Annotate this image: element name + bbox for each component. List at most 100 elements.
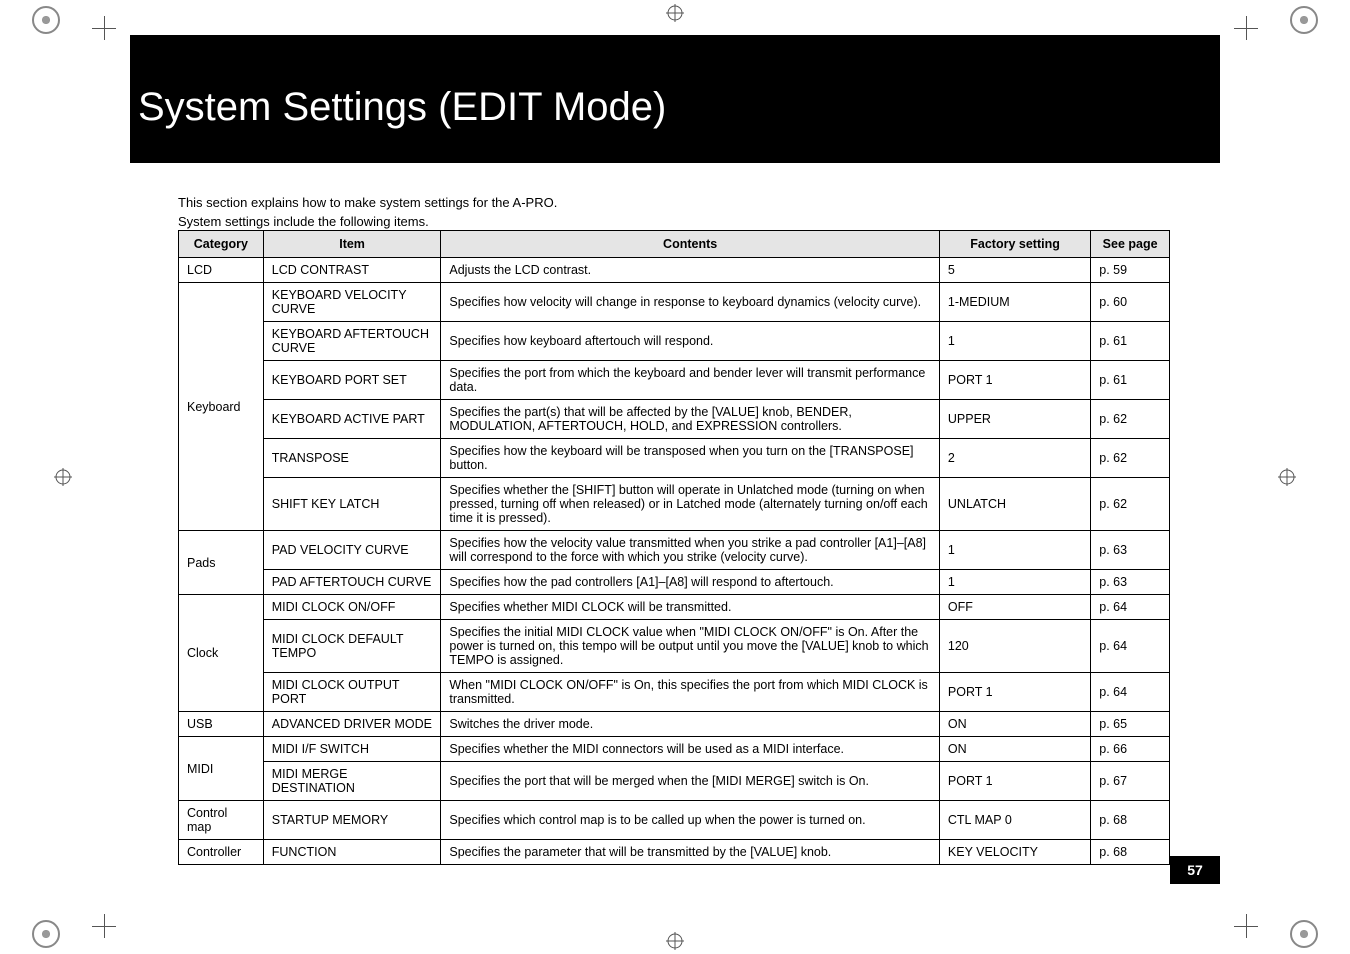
cell-category: Control map — [179, 801, 264, 840]
cell-contents: Specifies whether MIDI CLOCK will be tra… — [441, 595, 940, 620]
page-header: System Settings (EDIT Mode) — [130, 35, 1220, 163]
table-row: PAD AFTERTOUCH CURVESpecifies how the pa… — [179, 570, 1170, 595]
cell-item: STARTUP MEMORY — [263, 801, 441, 840]
cell-category: USB — [179, 712, 264, 737]
registration-mark-icon — [32, 920, 60, 948]
table-row: LCDLCD CONTRASTAdjusts the LCD contrast.… — [179, 258, 1170, 283]
cell-factory: 1 — [939, 322, 1090, 361]
settings-table: Category Item Contents Factory setting S… — [178, 230, 1170, 865]
cell-contents: Specifies how the pad controllers [A1]–[… — [441, 570, 940, 595]
registration-crosshair-icon — [666, 4, 684, 22]
cell-page: p. 64 — [1091, 673, 1170, 712]
table-row: MIDI CLOCK OUTPUT PORTWhen "MIDI CLOCK O… — [179, 673, 1170, 712]
cell-page: p. 59 — [1091, 258, 1170, 283]
table-row: ClockMIDI CLOCK ON/OFFSpecifies whether … — [179, 595, 1170, 620]
cell-item: LCD CONTRAST — [263, 258, 441, 283]
col-contents: Contents — [441, 231, 940, 258]
cell-category: MIDI — [179, 737, 264, 801]
cell-factory: UNLATCH — [939, 478, 1090, 531]
table-row: USBADVANCED DRIVER MODESwitches the driv… — [179, 712, 1170, 737]
table-row: KEYBOARD PORT SETSpecifies the port from… — [179, 361, 1170, 400]
table-row: KEYBOARD ACTIVE PARTSpecifies the part(s… — [179, 400, 1170, 439]
cell-category: Clock — [179, 595, 264, 712]
page-number-value: 57 — [1187, 862, 1203, 878]
table-row: MIDIMIDI I/F SWITCHSpecifies whether the… — [179, 737, 1170, 762]
cell-factory: 1 — [939, 531, 1090, 570]
table-body: LCDLCD CONTRASTAdjusts the LCD contrast.… — [179, 258, 1170, 865]
cell-page: p. 68 — [1091, 801, 1170, 840]
table-header-row: Category Item Contents Factory setting S… — [179, 231, 1170, 258]
cell-factory: 1 — [939, 570, 1090, 595]
cell-contents: Specifies the port that will be merged w… — [441, 762, 940, 801]
cell-page: p. 67 — [1091, 762, 1170, 801]
col-category: Category — [179, 231, 264, 258]
cell-factory: 5 — [939, 258, 1090, 283]
crop-mark-icon — [1234, 16, 1258, 40]
table-row: KeyboardKEYBOARD VELOCITY CURVESpecifies… — [179, 283, 1170, 322]
cell-item: MIDI CLOCK ON/OFF — [263, 595, 441, 620]
crop-mark-icon — [92, 16, 116, 40]
cell-item: KEYBOARD PORT SET — [263, 361, 441, 400]
cell-page: p. 61 — [1091, 361, 1170, 400]
table-row: MIDI CLOCK DEFAULT TEMPOSpecifies the in… — [179, 620, 1170, 673]
cell-item: MIDI MERGE DESTINATION — [263, 762, 441, 801]
cell-contents: Specifies the part(s) that will be affec… — [441, 400, 940, 439]
settings-table-wrap: Category Item Contents Factory setting S… — [178, 230, 1170, 865]
cell-item: KEYBOARD VELOCITY CURVE — [263, 283, 441, 322]
cell-contents: Specifies how the velocity value transmi… — [441, 531, 940, 570]
cell-contents: Specifies whether the [SHIFT] button wil… — [441, 478, 940, 531]
table-row: MIDI MERGE DESTINATIONSpecifies the port… — [179, 762, 1170, 801]
cell-category: Keyboard — [179, 283, 264, 531]
cell-item: FUNCTION — [263, 840, 441, 865]
cell-factory: ON — [939, 737, 1090, 762]
cell-page: p. 62 — [1091, 400, 1170, 439]
cell-factory: CTL MAP 0 — [939, 801, 1090, 840]
table-row: SHIFT KEY LATCHSpecifies whether the [SH… — [179, 478, 1170, 531]
cell-factory: 1-MEDIUM — [939, 283, 1090, 322]
cell-contents: Specifies how the keyboard will be trans… — [441, 439, 940, 478]
registration-mark-icon — [1290, 6, 1318, 34]
cell-page: p. 61 — [1091, 322, 1170, 361]
cell-item: PAD VELOCITY CURVE — [263, 531, 441, 570]
registration-crosshair-icon — [54, 468, 72, 486]
registration-mark-icon — [1290, 920, 1318, 948]
cell-item: MIDI CLOCK DEFAULT TEMPO — [263, 620, 441, 673]
cell-category: LCD — [179, 258, 264, 283]
cell-factory: ON — [939, 712, 1090, 737]
cell-page: p. 60 — [1091, 283, 1170, 322]
cell-page: p. 68 — [1091, 840, 1170, 865]
page-title: System Settings (EDIT Mode) — [138, 85, 1220, 130]
cell-contents: Specifies how velocity will change in re… — [441, 283, 940, 322]
cell-category: Pads — [179, 531, 264, 595]
cell-factory: 2 — [939, 439, 1090, 478]
cell-factory: KEY VELOCITY — [939, 840, 1090, 865]
cell-item: MIDI I/F SWITCH — [263, 737, 441, 762]
cell-item: ADVANCED DRIVER MODE — [263, 712, 441, 737]
registration-crosshair-icon — [666, 932, 684, 950]
cell-page: p. 64 — [1091, 620, 1170, 673]
table-row: PadsPAD VELOCITY CURVESpecifies how the … — [179, 531, 1170, 570]
cell-contents: Specifies how keyboard aftertouch will r… — [441, 322, 940, 361]
cell-category: Controller — [179, 840, 264, 865]
table-row: Control mapSTARTUP MEMORYSpecifies which… — [179, 801, 1170, 840]
cell-item: TRANSPOSE — [263, 439, 441, 478]
intro-line-2: System settings include the following it… — [178, 213, 557, 232]
cell-page: p. 62 — [1091, 478, 1170, 531]
cell-item: KEYBOARD AFTERTOUCH CURVE — [263, 322, 441, 361]
cell-contents: Specifies which control map is to be cal… — [441, 801, 940, 840]
cell-contents: Specifies whether the MIDI connectors wi… — [441, 737, 940, 762]
cell-factory: OFF — [939, 595, 1090, 620]
col-item: Item — [263, 231, 441, 258]
intro-text: This section explains how to make system… — [178, 194, 557, 232]
col-seepage: See page — [1091, 231, 1170, 258]
cell-contents: When "MIDI CLOCK ON/OFF" is On, this spe… — [441, 673, 940, 712]
cell-contents: Adjusts the LCD contrast. — [441, 258, 940, 283]
table-row: ControllerFUNCTIONSpecifies the paramete… — [179, 840, 1170, 865]
registration-crosshair-icon — [1278, 468, 1296, 486]
cell-page: p. 66 — [1091, 737, 1170, 762]
cell-item: SHIFT KEY LATCH — [263, 478, 441, 531]
cell-item: PAD AFTERTOUCH CURVE — [263, 570, 441, 595]
cell-page: p. 63 — [1091, 531, 1170, 570]
table-row: KEYBOARD AFTERTOUCH CURVESpecifies how k… — [179, 322, 1170, 361]
crop-mark-icon — [1234, 914, 1258, 938]
